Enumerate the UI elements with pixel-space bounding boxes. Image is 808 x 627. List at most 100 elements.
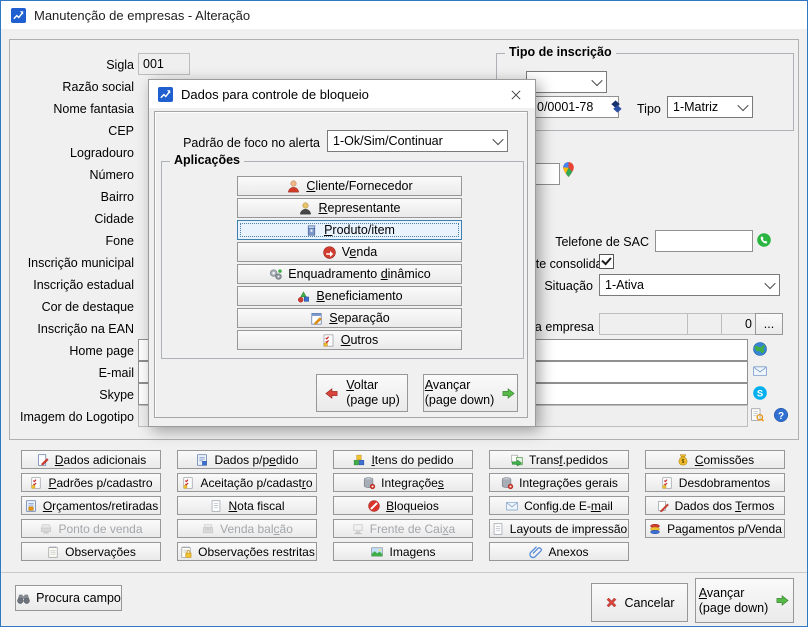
sale-icon <box>322 245 337 260</box>
grid-button-nota-fiscal[interactable]: Nota fiscal <box>177 496 317 515</box>
arrow-left-red-icon <box>324 386 339 401</box>
chevron-down-icon <box>734 97 752 117</box>
grid-button-aceitacao-p-cadastro[interactable]: Aceitação p/cadastro <box>177 473 317 492</box>
app-button-venda[interactable]: Venda <box>237 242 462 262</box>
grid-button-padroes-p-cadastro[interactable]: Padrões p/cadastro <box>21 473 161 492</box>
label-numero: Número <box>4 167 134 183</box>
aplicacoes-group-label: Aplicações <box>170 153 244 167</box>
grid-button-layouts-de-impressao[interactable]: Layouts de impressão <box>489 519 629 538</box>
blocking-control-dialog: Dados para controle de bloqueio Padrão d… <box>148 79 536 427</box>
app-button-representante[interactable]: Representante <box>237 198 462 218</box>
database-icon <box>500 476 514 490</box>
block-icon <box>367 499 381 513</box>
situacao-select[interactable]: 1-Ativa <box>599 274 780 296</box>
email-icon[interactable] <box>752 363 768 379</box>
notepad-lock-icon <box>179 545 193 559</box>
grid-empty-cell <box>645 542 785 561</box>
receita-federal-icon <box>609 99 624 114</box>
tipo-inscricao-group-label: Tipo de inscrição <box>505 45 616 59</box>
empresa-count-field[interactable]: 0 <box>721 313 757 335</box>
chevron-down-icon <box>588 72 606 92</box>
footer-bar: Procura campo Cancelar Avançar (page dow… <box>1 572 807 627</box>
close-icon <box>511 89 521 101</box>
voltar-page-up-button[interactable]: Voltar (page up) <box>316 374 408 412</box>
google-maps-pin-icon[interactable] <box>560 160 577 179</box>
checklist-icon <box>660 476 674 490</box>
page-blue-icon <box>195 453 209 467</box>
avancar-page-down-button[interactable]: Avançar (page down) <box>695 578 794 623</box>
grid-button-pagamentos-p-venda[interactable]: Pagamentos p/Venda <box>645 519 785 538</box>
consolidar-checkbox[interactable] <box>599 254 614 269</box>
image-preview-icon[interactable] <box>749 407 765 423</box>
tipo-label: Tipo <box>637 101 661 117</box>
cash-register-icon <box>201 522 215 536</box>
grid-button-imagens[interactable]: Imagens <box>333 542 473 561</box>
skype-icon[interactable] <box>752 385 768 401</box>
register-icon <box>351 522 365 536</box>
dialog-title: Dados para controle de bloqueio <box>181 87 369 102</box>
transfer-icon <box>510 453 524 467</box>
grid-button-orcamentos-retiradas[interactable]: Orçamentos/retiradas <box>21 496 161 515</box>
grid-button-integracoes-gerais[interactable]: Integrações gerais <box>489 473 629 492</box>
globe-icon[interactable] <box>752 341 768 357</box>
grid-button-observacoes-restritas[interactable]: Observações restritas <box>177 542 317 561</box>
whatsapp-icon[interactable] <box>756 232 772 248</box>
cnpj-field[interactable]: 0/0001-78 <box>523 96 619 118</box>
avancar-page-down-dialog-button[interactable]: Avançar (page down) <box>423 374 518 412</box>
empresa-field-1[interactable] <box>599 313 689 335</box>
help-icon[interactable] <box>773 407 789 423</box>
money-bag-icon <box>676 453 690 467</box>
app-button-cliente-fornecedor[interactable]: Cliente/Fornecedor <box>237 176 462 196</box>
doc-orange-icon <box>24 499 38 513</box>
grid-button-dados-p-pedido[interactable]: Dados p/pedido <box>177 450 317 469</box>
envelope-icon <box>505 499 519 513</box>
cancelar-button[interactable]: Cancelar <box>591 583 688 622</box>
coins-icon <box>648 522 662 536</box>
label-inscricao-estadual: Inscrição estadual <box>4 277 134 293</box>
image-icon <box>370 545 384 559</box>
app-button-outros[interactable]: Outros <box>237 330 462 350</box>
focus-default-select[interactable]: 1-Ok/Sim/Continuar <box>327 130 508 152</box>
grid-button-comissoes[interactable]: Comissões <box>645 450 785 469</box>
grid-button-dados-dos-termos[interactable]: Dados dos Termos <box>645 496 785 515</box>
grid-button-dados-adicionais[interactable]: Dados adicionais <box>21 450 161 469</box>
grid-button-transf-pedidos[interactable]: Transf.pedidos <box>489 450 629 469</box>
arrow-right-green-icon <box>501 386 516 401</box>
grid-button-observacoes[interactable]: Observações <box>21 542 161 561</box>
grid-button-config-de-email[interactable]: Config.de E-mail <box>489 496 629 515</box>
chevron-down-icon <box>489 131 507 151</box>
sigla-field[interactable]: 001 <box>138 53 190 75</box>
procura-campo-button[interactable]: Procura campo <box>15 585 122 611</box>
grid-button-integracoes[interactable]: Integrações <box>333 473 473 492</box>
grid-button-desdobramentos[interactable]: Desdobramentos <box>645 473 785 492</box>
empresa-ellipsis-button[interactable]: ... <box>755 313 783 335</box>
sac-label: Telefone de SAC <box>521 234 649 250</box>
grid-button-itens-do-pedido[interactable]: Itens do pedido <box>333 450 473 469</box>
sac-input[interactable] <box>655 230 753 252</box>
app-button-beneficiamento[interactable]: Beneficiamento <box>237 286 462 306</box>
pos-icon <box>39 522 53 536</box>
section-buttons-grid: Dados adicionais Dados p/pedido Itens do… <box>21 450 785 561</box>
main-window: Manutenção de empresas - Alteração Sigla… <box>0 0 808 627</box>
app-button-produto-item[interactable]: Produto/item <box>237 220 462 240</box>
pencil-red-icon <box>656 499 670 513</box>
label-cidade: Cidade <box>4 211 134 227</box>
red-x-icon <box>604 595 619 610</box>
inscricao-type-select[interactable] <box>526 71 607 93</box>
label-skype: Skype <box>4 387 134 403</box>
grid-button-anexos[interactable]: Anexos <box>489 542 629 561</box>
label-cor-de-destaque: Cor de destaque <box>4 299 134 315</box>
database-icon <box>362 476 376 490</box>
dialog-close-button[interactable] <box>505 85 527 105</box>
main-titlebar: Manutenção de empresas - Alteração <box>1 1 807 29</box>
label-razao-social: Razão social <box>4 79 134 95</box>
label-bairro: Bairro <box>4 189 134 205</box>
app-button-separacao[interactable]: Separação <box>237 308 462 328</box>
app-button-enquadramento-dinamico[interactable]: Enquadramento dinâmico <box>237 264 462 284</box>
empresa-field-2[interactable] <box>687 313 723 335</box>
document-icon <box>491 522 505 536</box>
grid-button-bloqueios[interactable]: Bloqueios <box>333 496 473 515</box>
checklist-icon <box>181 476 195 490</box>
tipo-select[interactable]: 1-Matriz <box>667 96 753 118</box>
cubes-icon <box>352 453 366 467</box>
